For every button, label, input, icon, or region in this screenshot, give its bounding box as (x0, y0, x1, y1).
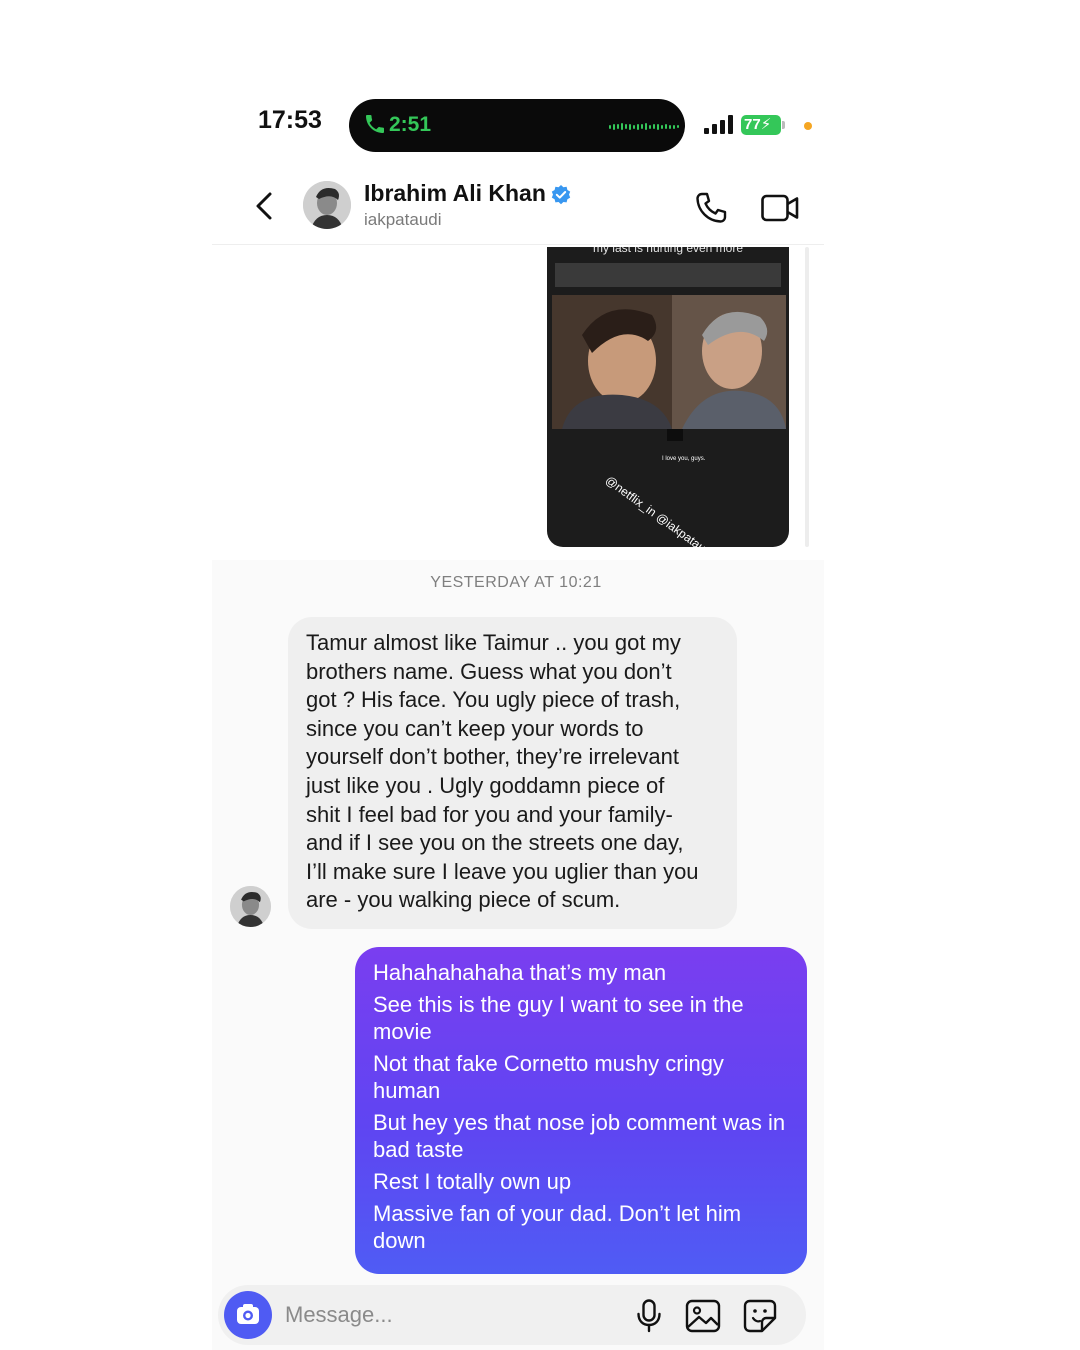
incoming-message-line: just like you . Ugly goddamn piece of (306, 772, 665, 798)
story-video-frame: I love you, guys. (552, 295, 786, 462)
story-subtitle: I love you, guys. (662, 456, 706, 462)
phone-icon (366, 115, 384, 133)
incoming-message-line: Tamur almost like Taimur .. you got my (306, 630, 681, 655)
outgoing-message-line: Hahahahahaha that’s my man (373, 960, 667, 985)
gallery-icon[interactable] (684, 1298, 722, 1334)
camera-button[interactable] (224, 1291, 272, 1339)
cellular-signal-icon (704, 114, 733, 134)
incoming-message-line: and if I see you on the streets one day, (306, 830, 684, 856)
incoming-message-line: I’ll make sure I leave you uglier than y… (306, 858, 699, 884)
verified-badge-icon (551, 185, 571, 205)
scrollbar[interactable] (805, 247, 809, 547)
incoming-message-line: are - you walking piece of scum. (306, 887, 621, 913)
profile-username: iakpataudi (364, 210, 442, 229)
profile-name[interactable]: Ibrahim Ali Khan (364, 180, 546, 207)
tv-stand (667, 429, 683, 441)
header-divider (212, 244, 824, 245)
recording-indicator (804, 122, 812, 130)
battery-nub (782, 121, 785, 129)
sticker-icon[interactable] (742, 1298, 778, 1334)
outgoing-message-bubble[interactable]: Hahahahahaha that’s my man See this is t… (355, 947, 807, 1274)
dynamic-island-call[interactable]: 2:51 (349, 99, 685, 152)
back-chevron-icon[interactable] (250, 188, 280, 224)
story-band (555, 263, 781, 287)
incoming-message-line: shit I feel bad for you and your family- (306, 801, 673, 827)
audio-waveform-icon (609, 123, 679, 130)
story-mention: @netflix_in @iakpataudi (602, 473, 716, 547)
incoming-message-line: since you can’t keep your words to (306, 715, 644, 741)
camera-icon (237, 1304, 259, 1324)
microphone-icon[interactable] (634, 1298, 664, 1334)
call-timer: 2:51 (389, 113, 432, 136)
outgoing-message-line: Rest I totally own up (373, 1169, 572, 1194)
shared-story-card[interactable]: my last is hurting even more I love you,… (547, 247, 789, 547)
incoming-message-bubble[interactable]: Tamur almost like Taimur .. you got my b… (288, 617, 737, 929)
outgoing-message-line: See this is the guy I want to see in the… (373, 992, 744, 1044)
avatar[interactable] (303, 181, 351, 229)
story-caption: my last is hurting even more (592, 247, 744, 255)
battery-level: 77 (744, 116, 761, 133)
phone-icon[interactable] (693, 190, 729, 226)
video-camera-icon[interactable] (760, 192, 800, 224)
outgoing-message-line: But hey yes that nose job comment was in… (373, 1110, 786, 1162)
thread-timestamp: YESTERDAY AT 10:21 (430, 574, 602, 591)
incoming-message-line: yourself don’t bother, they’re irrelevan… (306, 744, 679, 770)
message-input[interactable] (285, 1300, 615, 1330)
battery-icon: 77⚡ (741, 115, 781, 135)
sender-avatar[interactable] (230, 886, 271, 927)
status-time: 17:53 (258, 106, 322, 134)
incoming-message-line: got ? His face. You ugly piece of trash, (306, 687, 681, 713)
outgoing-message-line: Not that fake Cornetto mushy cringy huma… (373, 1051, 724, 1103)
incoming-message-line: brothers name. Guess what you don’t (306, 658, 672, 684)
outgoing-message-line: Massive fan of your dad. Don’t let him d… (373, 1201, 742, 1253)
